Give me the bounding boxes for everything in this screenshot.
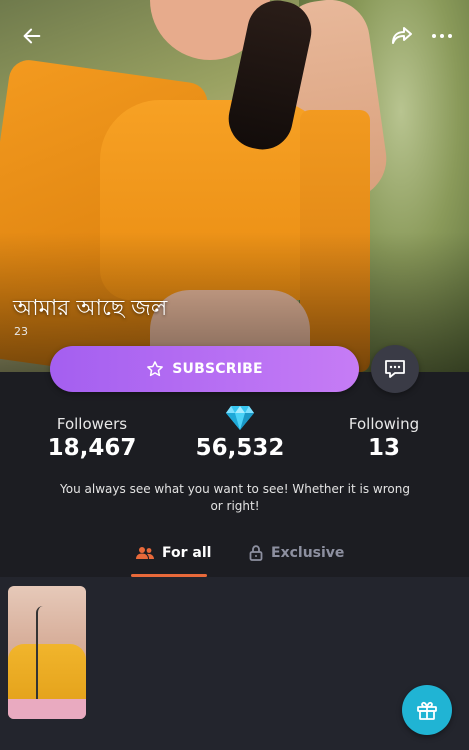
diamonds-stat: 56,532 — [190, 403, 290, 461]
tab-for-all[interactable]: For all — [136, 545, 211, 561]
content-tabs: For all Exclusive — [0, 535, 469, 577]
profile-bio: You always see what you want to see! Whe… — [60, 482, 410, 513]
lock-icon — [249, 545, 263, 561]
following-count: 13 — [367, 435, 400, 461]
subscribe-label: SUBSCRIBE — [172, 361, 263, 377]
subscribe-button[interactable]: SUBSCRIBE — [50, 346, 359, 392]
gift-icon — [417, 701, 437, 720]
more-options-button[interactable] — [428, 22, 456, 50]
share-button[interactable] — [388, 22, 416, 50]
profile-name: আমার আছে জল — [13, 296, 168, 321]
chat-icon — [385, 360, 405, 378]
share-icon — [392, 27, 412, 44]
tab-exclusive-label: Exclusive — [271, 545, 345, 561]
star-icon — [147, 361, 164, 377]
posts-grid — [0, 577, 469, 750]
message-button[interactable] — [371, 345, 419, 393]
profile-sub-count: 23 — [14, 325, 28, 338]
diamonds-count: 56,532 — [195, 435, 285, 461]
post-thumbnail[interactable] — [8, 586, 86, 719]
back-button[interactable] — [18, 22, 46, 50]
gift-button[interactable] — [402, 685, 452, 735]
more-dots-icon — [432, 34, 452, 38]
tab-exclusive[interactable]: Exclusive — [249, 545, 344, 561]
followers-label: Followers — [56, 415, 128, 433]
diamond-icon — [226, 406, 254, 430]
followers-count: 18,467 — [47, 435, 137, 461]
users-icon — [136, 547, 154, 559]
arrow-left-icon — [23, 28, 41, 44]
following-label: Following — [348, 415, 420, 433]
followers-stat[interactable]: Followers 18,467 — [40, 415, 144, 461]
following-stat[interactable]: Following 13 — [340, 415, 428, 461]
tab-for-all-label: For all — [162, 545, 212, 561]
